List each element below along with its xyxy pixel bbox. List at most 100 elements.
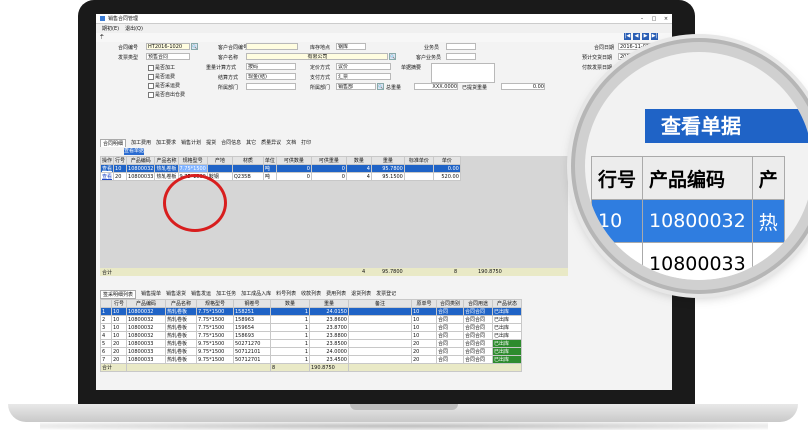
col-header[interactable]: 合同类别 <box>436 299 464 308</box>
dept-owner-field[interactable]: 销售部 <box>336 83 376 90</box>
search-icon[interactable]: 🔍 <box>191 43 198 50</box>
view-link[interactable]: 查看 <box>99 172 115 181</box>
view-document-button[interactable]: 查看单据 <box>124 148 144 155</box>
tab-processing-fee[interactable]: 加工费用 <box>131 139 151 146</box>
table-row[interactable]: 7 20 10800033 热轧卷板 9.75*1500 50712701 1 23.4500… <box>100 355 522 364</box>
table-row[interactable]: 查看 20 10800033 热轧卷板 9.75*1500 鞍钢 Q235B 吨… <box>99 172 461 181</box>
close-icon[interactable]: × <box>660 16 672 22</box>
col-header[interactable]: 行号 <box>111 299 127 308</box>
col-header[interactable]: 数量 <box>270 299 310 308</box>
cust-salesman-field[interactable] <box>446 53 476 60</box>
remark-field[interactable] <box>431 63 495 83</box>
tab-receipt-list[interactable]: 收款列表 <box>301 290 321 299</box>
tab-sales-plan[interactable]: 销售计划 <box>181 139 201 146</box>
tab-invoice[interactable]: 发票登记 <box>376 290 396 299</box>
warehouse-field[interactable]: 钢库 <box>336 43 366 50</box>
tab-fee-list[interactable]: 费用列表 <box>326 290 346 299</box>
tab-material-list[interactable]: 料号列表 <box>276 290 296 299</box>
cust-contract-no-field[interactable] <box>246 43 298 50</box>
tab-process-inbound[interactable]: 加工成品入库 <box>241 290 271 299</box>
table-row[interactable]: 1 10 10800032 热轧卷板 7.75*1500 158251 1 24.0150 10… <box>100 307 522 316</box>
tab-sales-ship[interactable]: 销售发运 <box>191 290 211 299</box>
col-header[interactable]: 重量 <box>370 156 405 165</box>
checkbox-purchase-freight[interactable]: 是否采运费 <box>148 82 180 89</box>
col-header[interactable]: 产品名称 <box>154 156 179 165</box>
contract-no-field[interactable]: HT2016-1020 <box>146 43 190 50</box>
checkbox-icon[interactable] <box>148 64 154 71</box>
col-header[interactable]: 重量 <box>309 299 349 308</box>
search-icon[interactable]: 🔍 <box>377 83 384 90</box>
prev-record-button[interactable]: ◀ <box>633 33 640 40</box>
menu-item-exit[interactable]: 退出(Q) <box>125 25 143 32</box>
tab-quality[interactable]: 质量异议 <box>261 139 281 146</box>
tab-sales-bill[interactable]: 销售提单 <box>141 290 161 299</box>
minimize-icon[interactable]: – <box>636 16 648 22</box>
col-header[interactable]: 标准单价 <box>403 156 434 165</box>
checkbox-warehouse-fee[interactable]: 是否自出仓费 <box>148 91 185 98</box>
tab-processing-req[interactable]: 加工要求 <box>156 139 176 146</box>
tab-process-task[interactable]: 加工任务 <box>216 290 236 299</box>
tab-other[interactable]: 其它 <box>246 139 256 146</box>
view-document-button-zoomed[interactable]: 查看单据 <box>645 109 808 143</box>
table-row[interactable]: 6 20 10800033 热轧卷板 9.75*1500 50712101 1 24.0000… <box>100 347 522 356</box>
salesman-field[interactable] <box>446 43 476 50</box>
col-header[interactable]: 数量 <box>345 156 372 165</box>
pay-select[interactable]: 汇票 <box>336 73 391 80</box>
view-link[interactable]: 查看 <box>99 164 115 173</box>
table-row[interactable]: 4 10 10800032 热轧卷板 7.75*1500 158693 1 23.8800 10… <box>100 331 522 340</box>
tab-print[interactable]: 打印 <box>301 139 311 146</box>
checkbox-icon[interactable] <box>148 82 154 89</box>
col-header[interactable]: 单价 <box>432 156 461 165</box>
contract-date-field[interactable]: 2016-11-07 <box>618 43 660 50</box>
tab-contract-info[interactable]: 合同信息 <box>221 139 241 146</box>
col-header[interactable]: 可供重量 <box>310 156 347 165</box>
col-header[interactable]: 原单号 <box>411 299 437 308</box>
last-record-button[interactable]: ▶| <box>651 33 658 40</box>
col-header[interactable]: 产地 <box>206 156 233 165</box>
checkbox-icon[interactable] <box>148 91 154 98</box>
first-record-button[interactable]: |◀ <box>624 33 631 40</box>
checkbox-processing[interactable]: 是否加工 <box>148 64 175 71</box>
col-header[interactable]: 备注 <box>348 299 412 308</box>
cell-contract-use: 合同合同 <box>463 307 493 316</box>
menu-item-period[interactable]: 期初(E) <box>102 25 119 32</box>
pin-icon[interactable]: ⍑ <box>100 34 104 42</box>
col-header[interactable]: 产品编码 <box>126 299 166 308</box>
col-header[interactable]: 产品名称 <box>165 299 197 308</box>
col-header[interactable]: 操作 <box>99 156 115 165</box>
col-header[interactable]: 规格型号 <box>177 156 208 165</box>
col-header[interactable]: 单位 <box>262 156 277 165</box>
tab-return-list[interactable]: 退货列表 <box>351 290 371 299</box>
col-header[interactable]: 钢卷号 <box>233 299 271 308</box>
col-header[interactable]: 材质 <box>231 156 264 165</box>
checkbox-icon[interactable] <box>148 73 154 80</box>
weigh-select[interactable]: 按码 <box>246 63 296 70</box>
maximize-icon[interactable]: □ <box>648 16 660 22</box>
tab-pickup[interactable]: 提货 <box>206 139 216 146</box>
price-select[interactable]: 议价 <box>336 63 391 70</box>
next-record-button[interactable]: ▶ <box>642 33 649 40</box>
checkbox-freight[interactable]: 是否运费 <box>148 73 175 80</box>
col-header[interactable]: 产品编码 <box>126 156 156 165</box>
col-header[interactable]: 合同用途 <box>463 299 493 308</box>
tab-contract-detail[interactable]: 合同明细 <box>100 138 127 147</box>
table-row[interactable]: 5 20 10800033 热轧卷板 9.75*1500 50271270 1 23.8500… <box>100 339 522 348</box>
tab-sales-return[interactable]: 销售退货 <box>166 290 186 299</box>
col-header[interactable]: 产品状态 <box>492 299 522 308</box>
table-row[interactable]: 3 10 10800032 热轧卷板 7.75*1500 159654 1 23.8700 10… <box>100 323 522 332</box>
tab-coil-list[interactable]: 签采明细列表 <box>100 290 137 299</box>
settle-select[interactable]: 现金(结) <box>246 73 296 80</box>
table-row[interactable]: 10 10800032 热 <box>590 199 785 243</box>
tab-docs[interactable]: 文档 <box>286 139 296 146</box>
dept-field[interactable] <box>246 83 296 90</box>
ship-type-select[interactable]: 预售合同 <box>146 53 190 60</box>
table-row[interactable]: 20 10800033 <box>590 242 785 280</box>
customer-field[interactable]: 有限公司 <box>246 53 388 60</box>
search-icon[interactable]: 🔍 <box>389 53 396 60</box>
col-header[interactable]: 可供数量 <box>275 156 312 165</box>
table-row[interactable]: 2 10 10800032 热轧卷板 7.75*1500 158963 1 23.8600 10… <box>100 315 522 324</box>
cell-product-status: 已出库 <box>492 331 522 340</box>
table-row[interactable]: 查看 10 10800032 热轧卷板 7.75*1500 吨 0 0 4 95… <box>99 164 461 173</box>
col-header[interactable]: 行号 <box>113 156 128 165</box>
col-header[interactable]: 规格型号 <box>196 299 234 308</box>
